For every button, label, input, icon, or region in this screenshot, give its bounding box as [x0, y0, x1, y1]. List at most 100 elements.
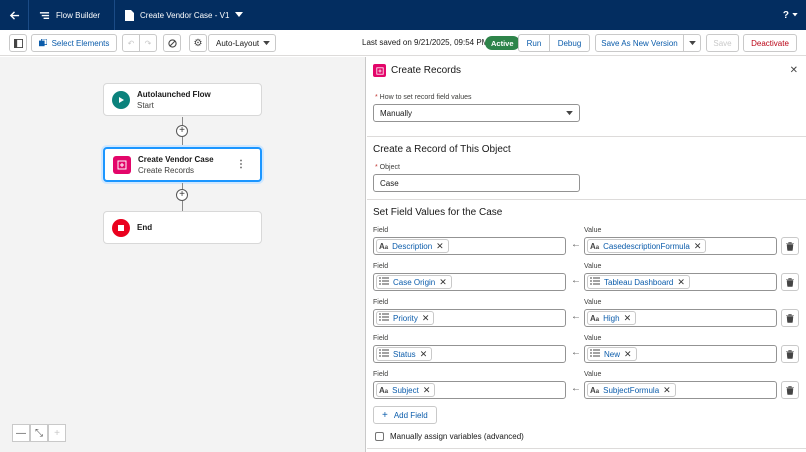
delete-row-button[interactable]: [781, 381, 799, 399]
add-element-button[interactable]: +: [176, 125, 188, 137]
save-menu-button[interactable]: [683, 34, 701, 52]
start-icon: [112, 90, 130, 109]
field-pill[interactable]: Aa Subject ✕: [376, 383, 436, 397]
field-input[interactable]: Priority ✕: [373, 309, 566, 327]
field-pill[interactable]: Case Origin ✕: [376, 275, 452, 289]
value-pill[interactable]: Aa SubjectFormula ✕: [587, 383, 676, 397]
end-node[interactable]: End: [103, 211, 262, 244]
trash-icon: [786, 313, 794, 323]
save-as-label: Save As New Version: [601, 38, 678, 48]
value-pill[interactable]: New ✕: [587, 347, 637, 361]
remove-icon[interactable]: ✕: [423, 385, 431, 396]
toggle-panel-button[interactable]: [9, 34, 27, 52]
field-values-section-title: Set Field Values for the Case: [373, 207, 503, 218]
field-input[interactable]: Case Origin ✕: [373, 273, 566, 291]
field-input[interactable]: Status ✕: [373, 345, 566, 363]
add-field-button[interactable]: + Add Field: [373, 406, 437, 424]
back-button[interactable]: [0, 0, 28, 30]
trash-icon: [786, 385, 794, 395]
fit-view-button[interactable]: ⤡: [30, 424, 48, 442]
stop-icon: [112, 218, 130, 237]
panel-title: Create Records: [391, 65, 462, 76]
remove-icon[interactable]: ✕: [694, 241, 702, 252]
how-to-set-select[interactable]: Manually: [373, 104, 580, 122]
help-menu[interactable]: ?: [783, 0, 798, 30]
delete-row-button[interactable]: [781, 273, 799, 291]
debug-label: Debug: [557, 38, 582, 48]
remove-icon[interactable]: ✕: [439, 277, 447, 288]
zoom-out-button[interactable]: —: [12, 424, 30, 442]
remove-icon[interactable]: ✕: [422, 313, 430, 324]
text-icon: Aa: [379, 241, 389, 251]
zoom-in-button[interactable]: +: [48, 424, 66, 442]
trash-icon: [786, 349, 794, 359]
value-input[interactable]: Aa SubjectFormula ✕: [584, 381, 777, 399]
value-pill-label: High: [603, 313, 620, 323]
value-pill[interactable]: Aa CasedescriptionFormula ✕: [587, 239, 707, 253]
add-element-button[interactable]: +: [176, 189, 188, 201]
list-icon: [379, 349, 389, 359]
section-divider: [367, 136, 806, 137]
field-pill[interactable]: Aa Description ✕: [376, 239, 449, 253]
save-button[interactable]: Save: [706, 34, 739, 52]
field-input[interactable]: Aa Subject ✕: [373, 381, 566, 399]
remove-icon[interactable]: ✕: [436, 241, 444, 252]
field-input[interactable]: Aa Description ✕: [373, 237, 566, 255]
node-title: End: [137, 223, 153, 232]
run-button[interactable]: Run: [518, 34, 550, 52]
chevron-down-icon: [263, 40, 270, 45]
value-input[interactable]: Aa CasedescriptionFormula ✕: [584, 237, 777, 255]
assign-arrow-icon: ←: [571, 239, 581, 250]
last-saved-text: Last saved on 9/21/2025, 09:54 PM: [362, 38, 489, 47]
value-input[interactable]: New ✕: [584, 345, 777, 363]
chevron-down-icon[interactable]: [235, 12, 244, 18]
section-divider: [367, 448, 806, 449]
save-as-new-version-button[interactable]: Save As New Version: [595, 34, 684, 52]
redo-button[interactable]: ↷: [139, 34, 157, 52]
flow-canvas[interactable]: Autolaunched Flow Start + Create Vendor …: [0, 57, 365, 452]
how-to-set-label: * How to set record field values: [375, 94, 472, 101]
delete-row-button[interactable]: [781, 309, 799, 327]
manual-assign-checkbox[interactable]: Manually assign variables (advanced): [375, 432, 524, 441]
remove-icon[interactable]: ✕: [420, 349, 428, 360]
remove-icon[interactable]: ✕: [624, 349, 632, 360]
flow-tab[interactable]: Create Vendor Case - V1: [115, 0, 253, 30]
value-input[interactable]: Aa High ✕: [584, 309, 777, 327]
value-pill[interactable]: Tableau Dashboard ✕: [587, 275, 690, 289]
close-icon[interactable]: ✕: [790, 65, 798, 76]
errors-button[interactable]: [163, 34, 181, 52]
field-label: Field: [373, 335, 389, 342]
list-icon: [379, 277, 389, 287]
create-vendor-case-node[interactable]: Create Vendor Case Create Records ⋮: [103, 147, 262, 182]
value-pill-label: CasedescriptionFormula: [603, 241, 690, 251]
undo-icon: ↶: [127, 38, 135, 48]
node-subtitle: Start: [137, 100, 154, 110]
assign-arrow-icon: ←: [571, 383, 581, 394]
more-options-icon[interactable]: ⋮: [236, 159, 246, 170]
settings-button[interactable]: ⚙: [189, 34, 207, 52]
value-pill[interactable]: Aa High ✕: [587, 311, 637, 325]
flow-builder-icon: [39, 11, 50, 19]
select-elements-button[interactable]: Select Elements: [31, 34, 117, 52]
delete-row-button[interactable]: [781, 237, 799, 255]
remove-icon[interactable]: ✕: [677, 277, 685, 288]
redo-icon: ↷: [144, 38, 152, 48]
layout-select[interactable]: Auto-Layout: [208, 34, 276, 52]
checkbox-box[interactable]: [375, 432, 384, 441]
field-pill[interactable]: Status ✕: [376, 347, 433, 361]
undo-button[interactable]: ↶: [122, 34, 140, 52]
delete-row-button[interactable]: [781, 345, 799, 363]
remove-icon[interactable]: ✕: [663, 385, 671, 396]
create-records-icon: [373, 64, 386, 77]
value-input[interactable]: Tableau Dashboard ✕: [584, 273, 777, 291]
object-input[interactable]: Case: [373, 174, 580, 192]
back-arrow-icon: [9, 10, 19, 20]
chevron-down-icon: [792, 13, 798, 17]
debug-button[interactable]: Debug: [549, 34, 590, 52]
deactivate-button[interactable]: Deactivate: [743, 34, 797, 52]
start-node[interactable]: Autolaunched Flow Start: [103, 83, 262, 116]
assign-arrow-icon: ←: [571, 311, 581, 322]
field-pill[interactable]: Priority ✕: [376, 311, 435, 325]
select-elements-icon: [38, 39, 47, 47]
remove-icon[interactable]: ✕: [624, 313, 632, 324]
